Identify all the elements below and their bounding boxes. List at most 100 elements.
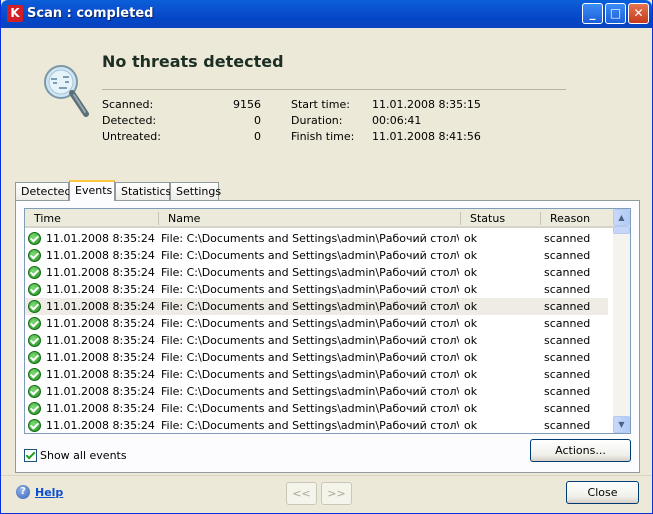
cell-time: 11.01.2008 8:35:24 bbox=[46, 300, 155, 313]
ok-check-icon bbox=[28, 300, 41, 313]
tab-statistics[interactable]: Statistics bbox=[115, 182, 171, 200]
scroll-up-button[interactable]: ▲ bbox=[613, 209, 630, 226]
table-row[interactable]: 11.01.2008 8:35:24 File: C:\Documents and… bbox=[25, 349, 608, 366]
ok-check-icon bbox=[28, 351, 41, 364]
title-bar[interactable]: K Scan : completed _ □ ✕ bbox=[1, 0, 652, 28]
kaspersky-k-icon[interactable]: K bbox=[7, 5, 23, 22]
untreated-label: Untreated: bbox=[102, 130, 161, 143]
scroll-down-button[interactable]: ▼ bbox=[613, 416, 630, 433]
table-row[interactable]: 11.01.2008 8:35:24 File: C:\Documents and… bbox=[25, 366, 608, 383]
column-separator[interactable] bbox=[158, 212, 159, 225]
column-header-status[interactable]: Status bbox=[461, 209, 541, 228]
header-divider bbox=[102, 89, 566, 90]
result-headline: No threats detected bbox=[102, 52, 284, 71]
next-button[interactable]: >> bbox=[321, 482, 352, 505]
cell-name: File: C:\Documents and Settings\admin\Ра… bbox=[161, 419, 459, 432]
chevron-up-icon: ▲ bbox=[618, 213, 625, 222]
ok-check-icon bbox=[28, 283, 41, 296]
column-header-name[interactable]: Name bbox=[159, 209, 461, 228]
tab-events[interactable]: Events bbox=[69, 180, 115, 201]
minimize-icon: _ bbox=[589, 6, 596, 20]
tab-detected[interactable]: Detected bbox=[15, 182, 71, 200]
table-row[interactable]: 11.01.2008 8:35:24 File: C:\Documents and… bbox=[25, 332, 608, 349]
cell-status: ok bbox=[464, 317, 478, 330]
start-time-label: Start time: bbox=[291, 98, 350, 111]
maximize-button[interactable]: □ bbox=[605, 3, 626, 24]
cell-name: File: C:\Documents and Settings\admin\Ра… bbox=[161, 334, 459, 347]
finish-time-value: 11.01.2008 8:41:56 bbox=[372, 130, 481, 143]
column-header-time[interactable]: Time bbox=[25, 209, 159, 228]
cell-reason: scanned bbox=[544, 317, 591, 330]
vertical-scrollbar[interactable]: ▲ ▼ bbox=[613, 209, 630, 433]
help-icon[interactable]: ? bbox=[16, 485, 30, 499]
cell-reason: scanned bbox=[544, 351, 591, 364]
ok-check-icon bbox=[28, 368, 41, 381]
previous-button[interactable]: << bbox=[286, 482, 317, 505]
cell-time: 11.01.2008 8:35:24 bbox=[46, 283, 155, 296]
table-row[interactable]: 11.01.2008 8:35:24 File: C:\Documents and… bbox=[25, 400, 608, 417]
duration-label: Duration: bbox=[291, 114, 343, 127]
cell-status: ok bbox=[464, 334, 478, 347]
cell-name: File: C:\Documents and Settings\admin\Ра… bbox=[161, 300, 459, 313]
ok-check-icon bbox=[28, 385, 41, 398]
cell-time: 11.01.2008 8:35:24 bbox=[46, 368, 155, 381]
scroll-thumb[interactable] bbox=[613, 226, 630, 234]
cell-time: 11.01.2008 8:35:24 bbox=[46, 419, 155, 432]
actions-button[interactable]: Actions... bbox=[530, 439, 631, 462]
column-header-reason[interactable]: Reason bbox=[541, 209, 614, 228]
table-row[interactable]: 11.01.2008 8:35:24 File: C:\Documents and… bbox=[25, 264, 608, 281]
cell-time: 11.01.2008 8:35:24 bbox=[46, 317, 155, 330]
cell-time: 11.01.2008 8:35:24 bbox=[46, 249, 155, 262]
table-row[interactable]: 11.01.2008 8:35:24 File: C:\Documents and… bbox=[25, 315, 608, 332]
cell-name: File: C:\Documents and Settings\admin\Ра… bbox=[161, 232, 459, 245]
cell-status: ok bbox=[464, 385, 478, 398]
column-separator[interactable] bbox=[540, 212, 541, 225]
cell-status: ok bbox=[464, 419, 478, 432]
cell-name: File: C:\Documents and Settings\admin\Ра… bbox=[161, 368, 459, 381]
cell-time: 11.01.2008 8:35:24 bbox=[46, 266, 155, 279]
cell-status: ok bbox=[464, 402, 478, 415]
close-window-button[interactable]: ✕ bbox=[628, 3, 649, 24]
ok-check-icon bbox=[28, 334, 41, 347]
cell-status: ok bbox=[464, 232, 478, 245]
detected-value: 0 bbox=[254, 114, 261, 127]
cell-name: File: C:\Documents and Settings\admin\Ра… bbox=[161, 317, 459, 330]
cell-reason: scanned bbox=[544, 419, 591, 432]
close-button[interactable]: Close bbox=[566, 481, 639, 504]
magnifier-icon bbox=[44, 65, 89, 117]
cell-status: ok bbox=[464, 249, 478, 262]
cell-status: ok bbox=[464, 351, 478, 364]
close-icon: ✕ bbox=[633, 6, 644, 20]
footer-divider bbox=[1, 475, 652, 476]
ok-check-icon bbox=[28, 249, 41, 262]
table-row[interactable]: 11.01.2008 8:35:24 File: C:\Documents and… bbox=[25, 417, 608, 433]
cell-name: File: C:\Documents and Settings\admin\Ра… bbox=[161, 266, 459, 279]
ok-check-icon bbox=[28, 232, 41, 245]
events-list[interactable]: Time Name Status Reason 11.01.2008 8:35:… bbox=[24, 208, 631, 434]
cell-reason: scanned bbox=[544, 232, 591, 245]
help-link[interactable]: Help bbox=[35, 486, 63, 499]
column-separator[interactable] bbox=[460, 212, 461, 225]
table-row[interactable]: 11.01.2008 8:35:24 File: C:\Documents and… bbox=[25, 230, 608, 247]
cell-time: 11.01.2008 8:35:24 bbox=[46, 334, 155, 347]
table-row[interactable]: 11.01.2008 8:35:24 File: C:\Documents and… bbox=[25, 298, 608, 315]
cell-status: ok bbox=[464, 368, 478, 381]
cell-time: 11.01.2008 8:35:24 bbox=[46, 351, 155, 364]
cell-time: 11.01.2008 8:35:24 bbox=[46, 385, 155, 398]
ok-check-icon bbox=[28, 266, 41, 279]
start-time-value: 11.01.2008 8:35:15 bbox=[372, 98, 481, 111]
show-all-events-checkbox[interactable] bbox=[24, 449, 37, 462]
tab-settings[interactable]: Settings bbox=[170, 182, 221, 200]
show-all-events-label[interactable]: Show all events bbox=[40, 449, 127, 462]
table-row[interactable]: 11.01.2008 8:35:24 File: C:\Documents and… bbox=[25, 281, 608, 298]
ok-check-icon bbox=[28, 402, 41, 415]
ok-check-icon bbox=[28, 317, 41, 330]
table-row[interactable]: 11.01.2008 8:35:24 File: C:\Documents and… bbox=[25, 247, 608, 264]
cell-time: 11.01.2008 8:35:24 bbox=[46, 402, 155, 415]
minimize-button[interactable]: _ bbox=[582, 3, 603, 24]
cell-status: ok bbox=[464, 300, 478, 313]
cell-reason: scanned bbox=[544, 402, 591, 415]
table-row[interactable]: 11.01.2008 8:35:24 File: C:\Documents and… bbox=[25, 383, 608, 400]
cell-name: File: C:\Documents and Settings\admin\Ра… bbox=[161, 283, 459, 296]
cell-reason: scanned bbox=[544, 249, 591, 262]
